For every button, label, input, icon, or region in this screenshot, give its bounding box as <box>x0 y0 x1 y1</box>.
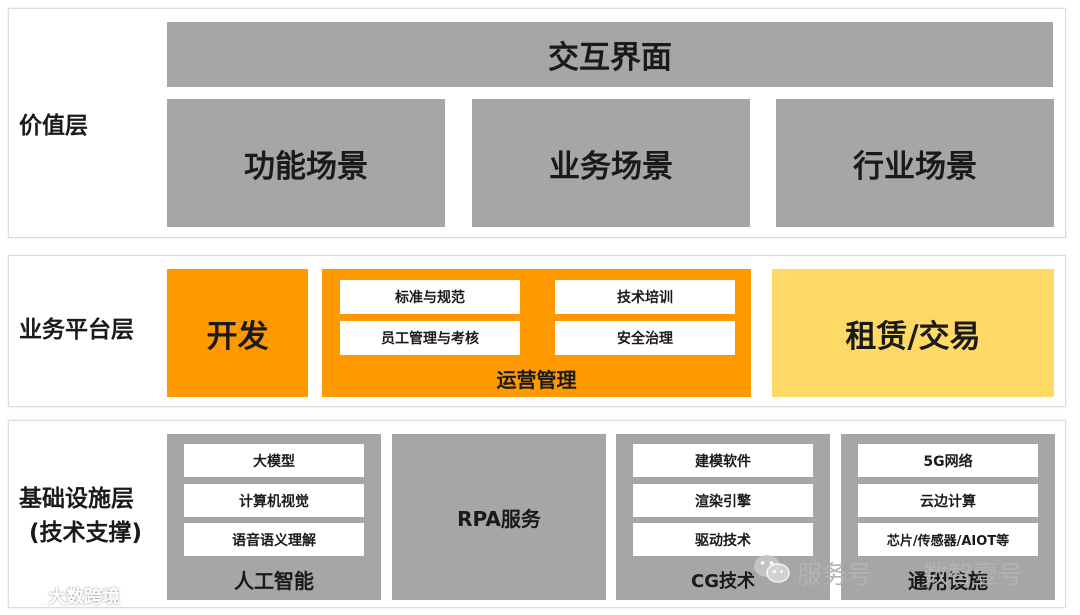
cg-item-modeling: 建模软件 <box>633 444 813 477</box>
function-scene-box: 功能场景 <box>167 99 445 227</box>
ops-item-training: 技术培训 <box>555 280 735 314</box>
operations-management-title: 运营管理 <box>496 368 577 392</box>
general-item-chips-sensors: 芯片/传感器/AIOT等 <box>858 523 1038 556</box>
infra-layer-sublabel: (技术支撑) <box>29 520 143 546</box>
brand-logo-icon <box>8 582 48 608</box>
service-account-watermark: 服务号 <box>797 560 873 589</box>
ai-item-speech-semantics: 语音语义理解 <box>184 523 364 556</box>
general-item-cloud-edge: 云边计算 <box>858 484 1038 517</box>
infra-layer-label: 基础设施层 <box>19 486 134 512</box>
rental-trade-box: 租赁/交易 <box>772 269 1054 397</box>
ai-item-large-model: 大模型 <box>184 444 364 477</box>
ops-item-standards: 标准与规范 <box>340 280 520 314</box>
ai-group-title: 人工智能 <box>234 569 314 593</box>
platform-layer: 业务平台层 开发 标准与规范 技术培训 员工管理与考核 安全治理 运营管理 租赁… <box>8 255 1066 407</box>
business-scene-box: 业务场景 <box>472 99 750 227</box>
cg-item-rendering: 渲染引擎 <box>633 484 813 517</box>
ops-item-security: 安全治理 <box>555 321 735 355</box>
operations-management-box: 标准与规范 技术培训 员工管理与考核 安全治理 运营管理 <box>322 269 751 397</box>
ai-item-computer-vision: 计算机视觉 <box>184 484 364 517</box>
value-layer: 价值层 交互界面 功能场景 业务场景 行业场景 <box>8 8 1066 238</box>
industry-scene-box: 行业场景 <box>776 99 1054 227</box>
general-item-5g: 5G网络 <box>858 444 1038 477</box>
infrastructure-layer: 基础设施层 (技术支撑) 大模型 计算机视觉 语音语义理解 人工智能 RPA服务… <box>8 420 1066 608</box>
ops-item-staff-management: 员工管理与考核 <box>340 321 520 355</box>
brand-watermark: 大数跨境 <box>48 587 120 608</box>
platform-layer-label: 业务平台层 <box>19 317 134 343</box>
value-layer-label: 价值层 <box>19 113 88 139</box>
rpa-service-box: RPA服务 <box>392 434 606 600</box>
development-box: 开发 <box>167 269 308 397</box>
interaction-interface-box: 交互界面 <box>167 22 1053 87</box>
wechat-logo-icon <box>752 552 792 586</box>
ai-group-box: 大模型 计算机视觉 语音语义理解 人工智能 <box>167 434 381 600</box>
account-name-watermark: 数智壹号 <box>923 560 1024 589</box>
